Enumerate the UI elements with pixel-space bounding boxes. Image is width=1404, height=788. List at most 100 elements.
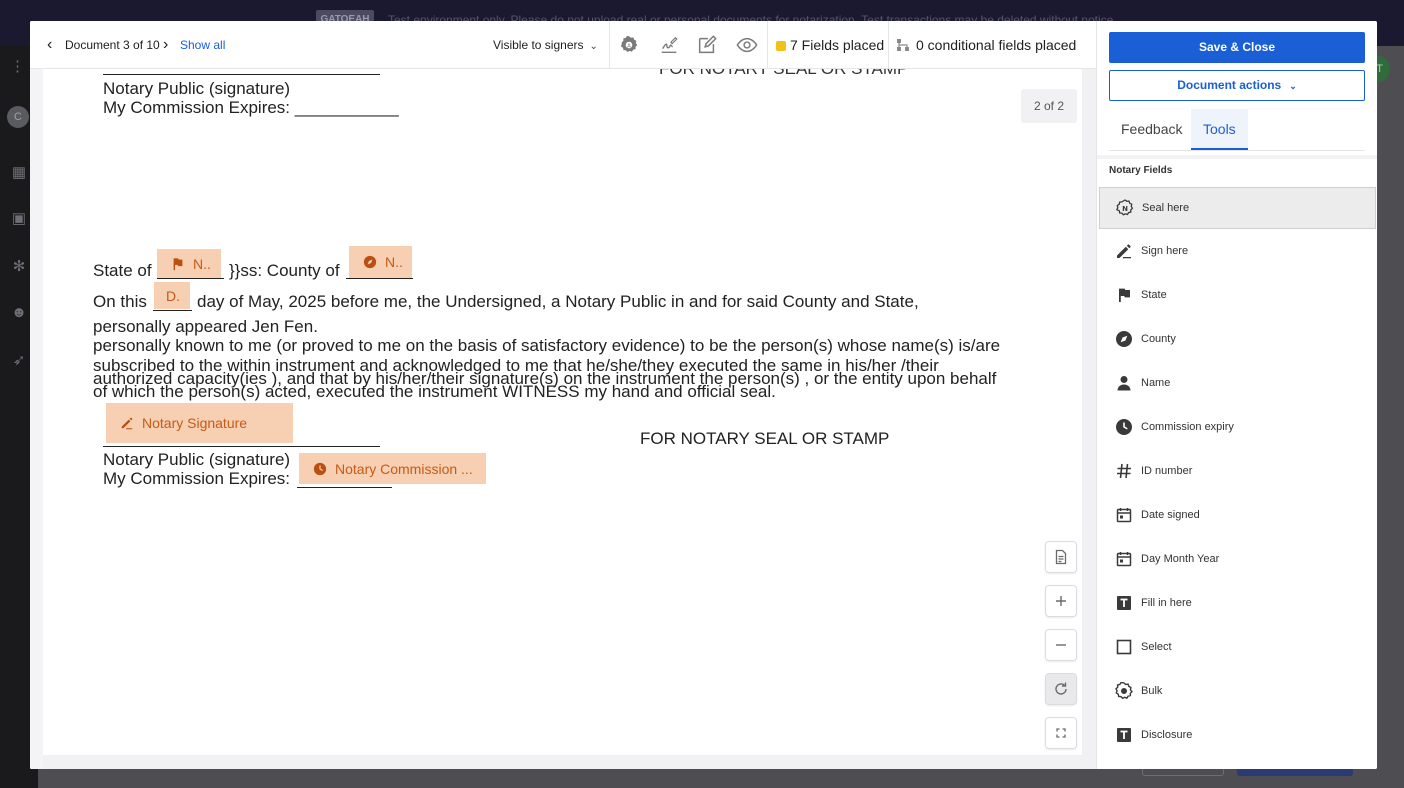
save-close-button[interactable]: Save & Close	[1109, 32, 1365, 63]
previous-document-button[interactable]: ‹	[47, 35, 52, 55]
tool-label: Name	[1141, 377, 1171, 389]
notary-signature-underline	[103, 446, 380, 447]
tab-tools[interactable]: Tools	[1191, 109, 1248, 150]
next-document-button[interactable]: ›	[163, 35, 168, 55]
tool-day-month-year[interactable]: Day Month Year	[1099, 538, 1376, 580]
rotate-icon	[1055, 682, 1067, 695]
fields-status-dot	[776, 41, 786, 51]
text-box-icon	[1115, 594, 1133, 612]
plus-icon	[1056, 596, 1066, 606]
hierarchy-icon	[896, 38, 910, 52]
tool-select[interactable]: Select	[1099, 626, 1376, 668]
tool-county[interactable]: County	[1099, 318, 1376, 360]
document-canvas[interactable]: FOR NOTARY SEAL OR STAMP Notary Public (…	[30, 59, 1096, 769]
apps-grid-icon: ⋮⋮	[10, 58, 40, 75]
gear-settings-icon[interactable]: A	[618, 34, 640, 56]
tool-bulk[interactable]: Bulk	[1099, 670, 1376, 712]
calendar-icon	[1115, 506, 1133, 524]
tool-label: State	[1141, 289, 1167, 301]
users-nav-icon: ☻	[11, 304, 27, 321]
flag-icon	[1115, 286, 1133, 304]
conditional-fields-label: 0 conditional fields placed	[916, 37, 1077, 53]
eye-preview-icon[interactable]	[736, 34, 758, 56]
tool-label: Bulk	[1141, 685, 1163, 697]
signature-tool-icon[interactable]	[658, 34, 680, 56]
tab-feedback[interactable]: Feedback	[1109, 109, 1194, 150]
notary-commission-field[interactable]: Notary Commission ...	[299, 453, 486, 484]
tabs-divider	[1109, 150, 1365, 151]
document-scroll-gutter	[1082, 69, 1096, 769]
tool-state[interactable]: State	[1099, 274, 1376, 316]
document-icon	[1055, 549, 1067, 565]
compass-icon	[1115, 330, 1133, 348]
fields-placed-indicator[interactable]: 7 Fields placed	[776, 37, 884, 53]
state-prefix: State of	[93, 261, 152, 280]
rocket-nav-icon: ➶	[12, 352, 26, 369]
commission-label: My Commission Expires:	[103, 469, 291, 488]
pen-icon	[120, 416, 134, 430]
fields-placed-label: 7 Fields placed	[790, 37, 885, 53]
notary-signature-field[interactable]: Notary Signature	[106, 403, 293, 443]
known-text: personally known to me (or proved to me …	[93, 336, 1001, 355]
seal-icon: N	[1116, 199, 1134, 217]
tool-fill-in-here[interactable]: Fill in here	[1099, 582, 1376, 624]
county-field-label: N..	[385, 254, 403, 270]
tool-date-signed[interactable]: Date signed	[1099, 494, 1376, 536]
svg-text:A: A	[627, 43, 631, 49]
tool-label: Date signed	[1141, 509, 1200, 521]
page-view-button[interactable]	[1045, 541, 1077, 573]
county-field[interactable]: N..	[349, 246, 412, 278]
state-underline	[157, 278, 224, 279]
fullscreen-button[interactable]	[1045, 717, 1077, 749]
document-editor-modal: FOR NOTARY SEAL OR STAMP Notary Public (…	[30, 21, 1377, 769]
org-avatar: C	[7, 106, 29, 128]
zoom-out-button[interactable]	[1045, 629, 1077, 661]
visibility-label: Visible to signers	[493, 38, 584, 52]
toolbar-divider	[767, 21, 768, 69]
document-bottom-gutter	[30, 755, 1096, 769]
tool-label: Fill in here	[1141, 597, 1192, 609]
document-actions-button[interactable]: Document actions ⌄	[1109, 70, 1365, 101]
day-field[interactable]: D.	[154, 282, 190, 309]
svg-text:N: N	[1122, 205, 1128, 213]
edit-icon[interactable]	[696, 34, 718, 56]
calendar-nav-icon: ▣	[11, 210, 27, 227]
tool-label: ID number	[1141, 465, 1193, 477]
section-divider	[1097, 155, 1377, 159]
tool-label: Commission expiry	[1141, 421, 1234, 433]
signature-underline	[103, 74, 380, 75]
checkbox-icon	[1115, 638, 1133, 656]
state-field[interactable]: N..	[157, 249, 221, 278]
editor-toolbar: ‹ Document 3 of 10 › Show all Visible to…	[30, 21, 1096, 69]
document-left-gutter	[30, 69, 43, 769]
conditional-fields-indicator[interactable]: 0 conditional fields placed	[896, 37, 1076, 53]
tools-panel: Save & Close Document actions ⌄ Feedback …	[1096, 21, 1377, 769]
tool-id-number[interactable]: ID number	[1099, 450, 1376, 492]
commission-underline	[297, 487, 392, 488]
ss-county-label: }}ss: County of	[229, 261, 340, 280]
document-actions-label: Document actions	[1177, 78, 1282, 92]
tool-label: Day Month Year	[1141, 553, 1220, 565]
tool-seal-here[interactable]: N Seal here	[1099, 187, 1376, 229]
day-line-text: day of May, 2025 before me, the Undersig…	[197, 292, 919, 311]
document-counter: Document 3 of 10	[65, 38, 160, 52]
tool-label: County	[1141, 333, 1176, 345]
clock-icon	[1115, 418, 1133, 436]
tool-disclosure[interactable]: Disclosure	[1099, 714, 1376, 756]
text-box-icon	[1115, 726, 1133, 744]
calendar-icon	[1115, 550, 1133, 568]
visibility-dropdown[interactable]: Visible to signers ⌄	[493, 38, 598, 52]
chevron-down-icon: ⌄	[1289, 81, 1297, 91]
tool-sign-here[interactable]: Sign here	[1099, 230, 1376, 272]
zoom-in-button[interactable]	[1045, 585, 1077, 617]
tool-label: Select	[1141, 641, 1172, 653]
state-field-label: N..	[193, 255, 211, 272]
clock-icon	[313, 462, 327, 476]
tool-commission-expiry[interactable]: Commission expiry	[1099, 406, 1376, 448]
notary-commission-label: Notary Commission ...	[335, 460, 473, 477]
pen-icon	[1115, 242, 1133, 260]
hash-icon	[1115, 462, 1133, 480]
show-all-link[interactable]: Show all	[180, 38, 225, 52]
tool-name[interactable]: Name	[1099, 362, 1376, 404]
rotate-button[interactable]	[1045, 673, 1077, 705]
